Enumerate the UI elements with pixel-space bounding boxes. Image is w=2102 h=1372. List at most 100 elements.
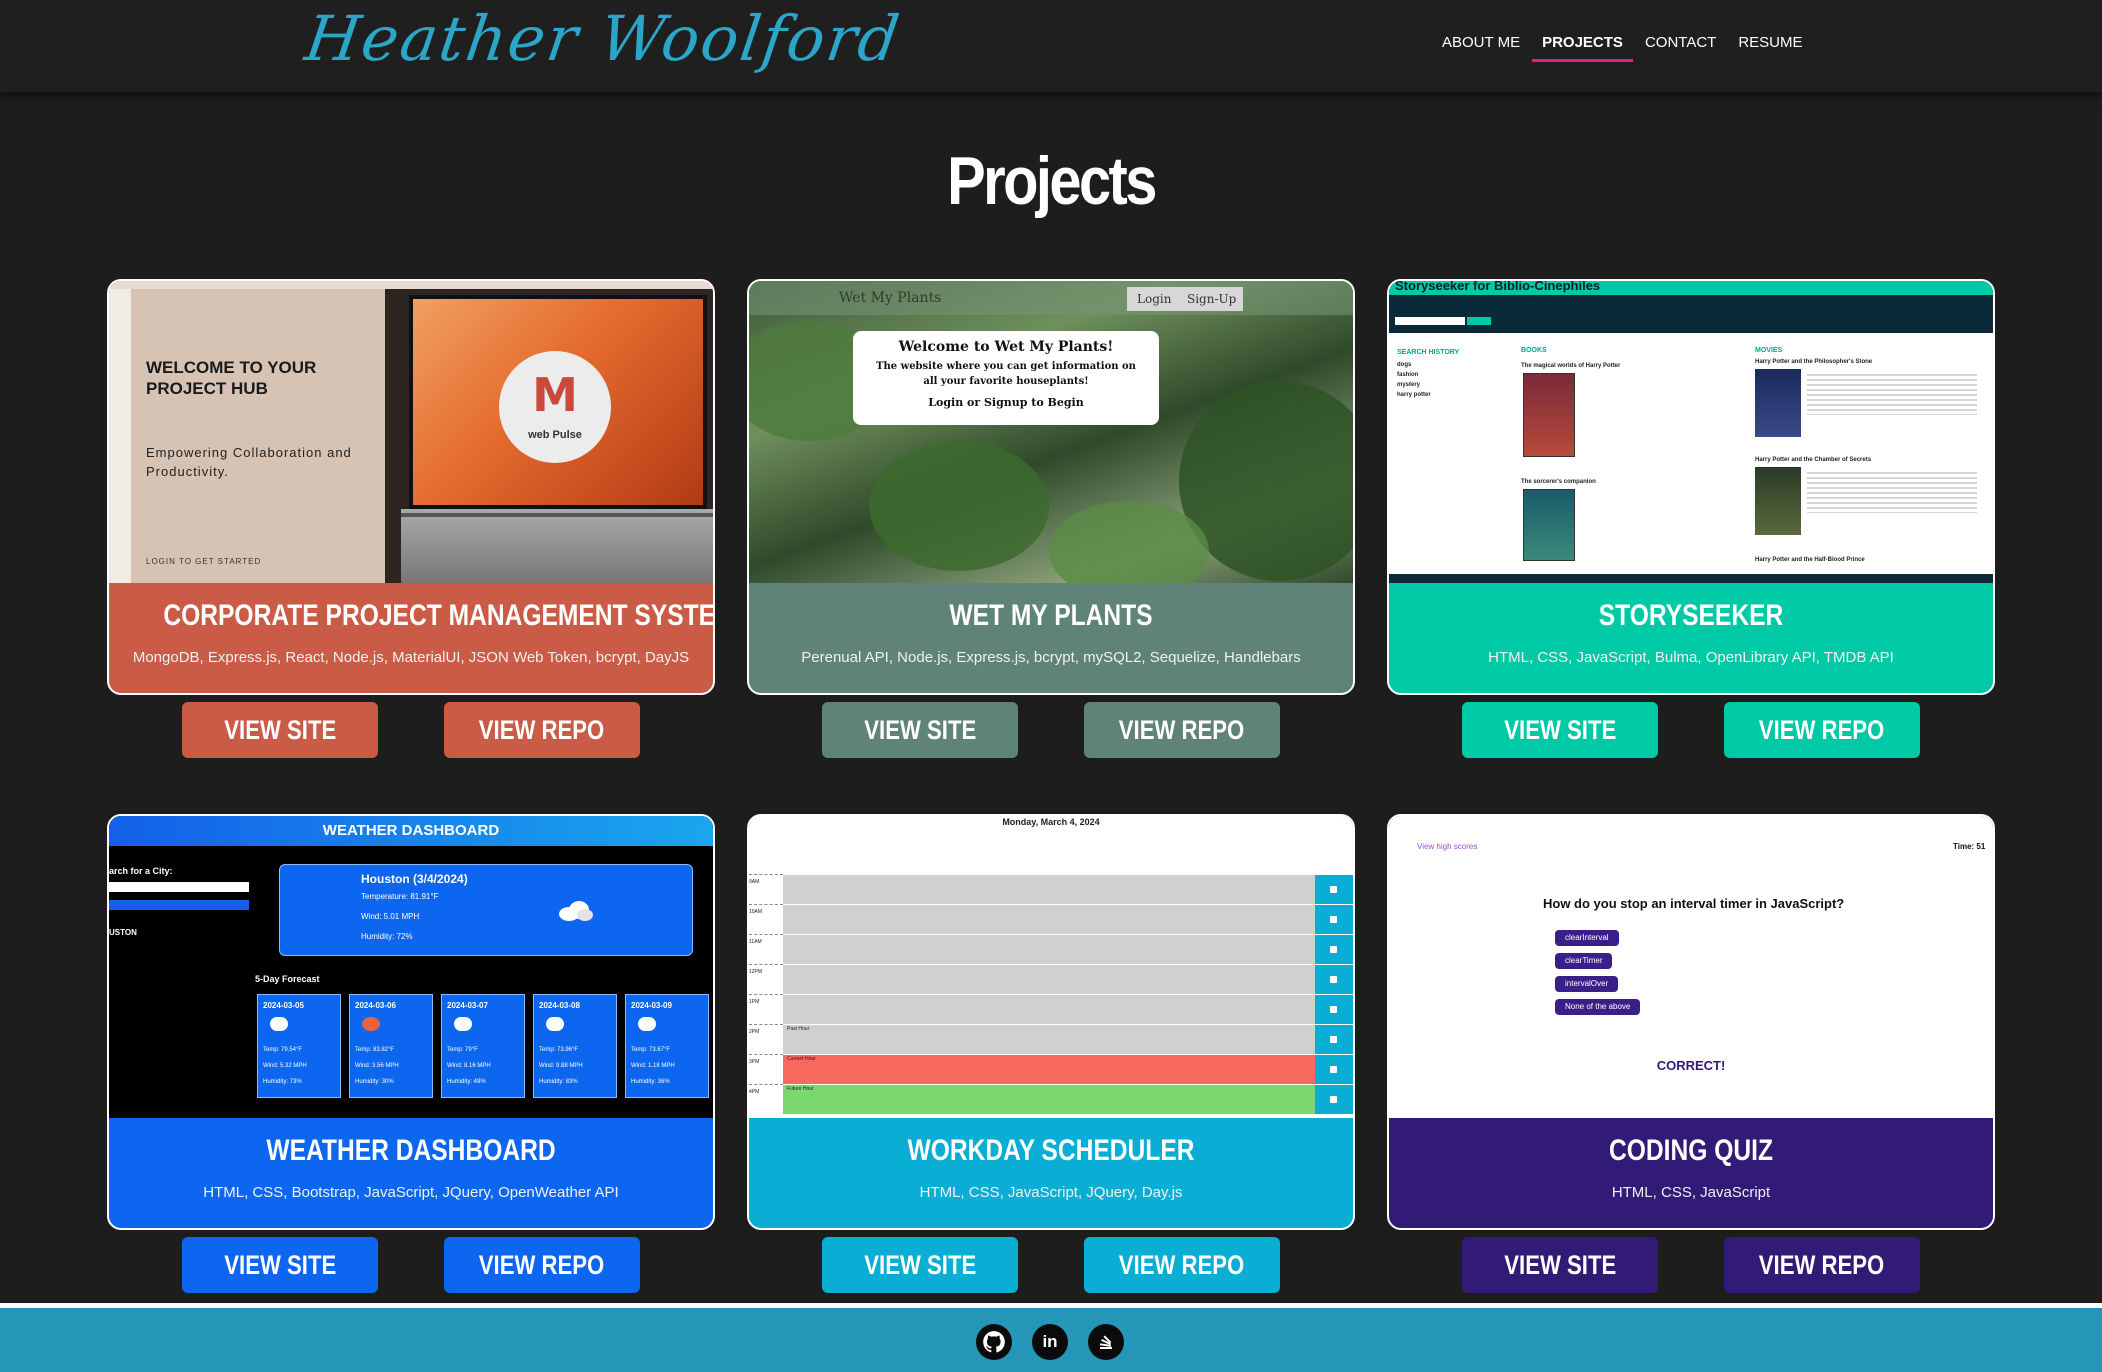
linkedin-icon[interactable]: in	[1032, 1324, 1068, 1360]
project-card-scheduler: Monday, March 4, 2024 9AM 10AM 11AM 12PM 1PM…	[747, 814, 1355, 1230]
view-site-button[interactable]: VIEW SITE	[822, 1237, 1018, 1293]
nav-projects[interactable]: PROJECTS	[1532, 34, 1633, 62]
view-site-button[interactable]: VIEW SITE	[182, 1237, 378, 1293]
quiz-high-scores: View high scores	[1417, 842, 1478, 851]
save-icon	[1315, 964, 1353, 994]
quiz-answer: intervalOver	[1555, 976, 1619, 992]
hour-label: 9AM	[749, 874, 783, 904]
event-textarea	[783, 1054, 1315, 1084]
forecast-date: 2024-03-05	[263, 1001, 304, 1010]
nav-resume[interactable]: RESUME	[1728, 34, 1812, 62]
forecast-hum: Humidity: 73%	[263, 1079, 302, 1085]
project-info: WORKDAY SCHEDULER HTML, CSS, JavaScript,…	[749, 1118, 1353, 1228]
project-screenshot[interactable]: Monday, March 4, 2024 9AM 10AM 11AM 12PM 1PM…	[749, 816, 1353, 1118]
view-site-button[interactable]: VIEW SITE	[182, 702, 378, 758]
scheduler-date: Monday, March 4, 2024	[1002, 817, 1100, 827]
view-repo-button[interactable]: VIEW REPO	[1084, 702, 1280, 758]
event-note: Past Hour	[787, 1026, 810, 1032]
view-repo-button[interactable]: VIEW REPO	[1724, 702, 1920, 758]
save-icon	[1315, 874, 1353, 904]
nav-contact[interactable]: CONTACT	[1635, 34, 1726, 62]
weather-city: Houston (3/4/2024)	[361, 872, 468, 886]
project-screenshot[interactable]: Storyseeker for Biblio-Cinephiles SEARCH…	[1389, 281, 1993, 583]
forecast-card: 2024-03-08 Temp: 73.96°F Wind: 9.88 MPH Hum…	[533, 994, 617, 1098]
forecast-date: 2024-03-09	[631, 1001, 672, 1010]
plants-signup: Sign-Up	[1187, 292, 1237, 306]
save-icon	[1315, 1084, 1353, 1114]
story-movies: MOVIES	[1755, 347, 1783, 354]
forecast-hum: Humidity: 49%	[447, 1079, 486, 1085]
time-block: 9AM	[749, 874, 1353, 904]
save-icon	[1315, 934, 1353, 964]
project-card-storyseeker: Storyseeker for Biblio-Cinephiles SEARCH…	[1387, 279, 1995, 695]
project-screenshot[interactable]: WELCOME TO YOUR PROJECT HUB Empowering C…	[109, 281, 713, 583]
story-title: Storyseeker for Biblio-Cinephiles	[1395, 281, 1601, 293]
forecast-temp: Temp: 73.67°F	[631, 1047, 671, 1053]
view-site-button[interactable]: VIEW SITE	[1462, 702, 1658, 758]
forecast-card: 2024-03-05 Temp: 79.54°F Wind: 5.32 MPH Hum…	[257, 994, 341, 1098]
stackoverflow-icon[interactable]	[1088, 1324, 1124, 1360]
event-textarea	[783, 994, 1315, 1024]
view-site-button[interactable]: VIEW SITE	[822, 702, 1018, 758]
story-history-list: dogs fashion mystery harry potter	[1397, 362, 1431, 398]
save-icon	[1315, 1024, 1353, 1054]
weather-title: WEATHER DASHBOARD	[322, 822, 500, 839]
time-block: 11AM	[749, 934, 1353, 964]
view-repo-button[interactable]: VIEW REPO	[444, 702, 640, 758]
main-nav: ABOUT ME PROJECTS CONTACT RESUME	[1432, 34, 1815, 62]
project-title: CODING QUIZ	[1609, 1134, 1773, 1167]
github-icon[interactable]	[976, 1324, 1012, 1360]
forecast-hum: Humidity: 30%	[355, 1079, 394, 1085]
view-repo-button[interactable]: VIEW REPO	[444, 1237, 640, 1293]
forecast-date: 2024-03-08	[539, 1001, 580, 1010]
weather-temp: Temperature: 81.91°F	[361, 892, 439, 901]
time-block: 10AM	[749, 904, 1353, 934]
view-site-button[interactable]: VIEW SITE	[1462, 1237, 1658, 1293]
project-screenshot[interactable]: Wet My Plants Login Sign-Up Welcome to W…	[749, 281, 1353, 583]
event-textarea	[783, 934, 1315, 964]
project-title: WEATHER DASHBOARD	[266, 1134, 556, 1167]
site-footer: in	[0, 1303, 2102, 1372]
pm-login-link: LOGIN TO GET STARTED	[146, 557, 262, 566]
forecast-date: 2024-03-06	[355, 1001, 396, 1010]
hour-label: 12PM	[749, 964, 783, 994]
plants-desc: The website where you can get informatio…	[876, 361, 1136, 387]
project-screenshot[interactable]: View high scores Time: 51 How do you sto…	[1389, 816, 1993, 1118]
forecast-wind: Wind: 9.88 MPH	[539, 1063, 583, 1069]
cloud-icon	[638, 1017, 656, 1031]
weather-history-city: USTON	[109, 928, 137, 937]
story-movie-1: Harry Potter and the Philosopher's Stone	[1755, 359, 1873, 365]
plants-cta: Login or Signup to Begin	[928, 396, 1084, 409]
cloud-icon	[270, 1017, 288, 1031]
event-textarea	[783, 904, 1315, 934]
project-screenshot[interactable]: WEATHER DASHBOARD arch for a City: USTON…	[109, 816, 713, 1118]
cloud-icon	[546, 1017, 564, 1031]
quiz-result: CORRECT!	[1656, 1058, 1726, 1073]
forecast-card: 2024-03-07 Temp: 79°F Wind: 8.16 MPH Humidi…	[441, 994, 525, 1098]
site-logo[interactable]: Heather Woolford	[301, 2, 905, 75]
event-textarea	[783, 964, 1315, 994]
project-title: CORPORATE PROJECT MANAGEMENT SYSTEM	[163, 599, 715, 632]
weather-forecast-label: 5-Day Forecast	[255, 974, 320, 984]
forecast-hum: Humidity: 83%	[539, 1079, 578, 1085]
plants-welcome: Welcome to Wet My Plants!	[898, 339, 1114, 355]
time-block: 2PM	[749, 1024, 1353, 1054]
view-repo-button[interactable]: VIEW REPO	[1084, 1237, 1280, 1293]
site-header: Heather Woolford ABOUT ME PROJECTS CONTA…	[0, 0, 2102, 92]
forecast-date: 2024-03-07	[447, 1001, 488, 1010]
pm-subheading: Empowering Collaboration and Productivit…	[146, 445, 352, 479]
view-repo-button[interactable]: VIEW REPO	[1724, 1237, 1920, 1293]
plants-brand: Wet My Plants	[839, 290, 942, 306]
nav-about[interactable]: ABOUT ME	[1432, 34, 1530, 62]
hour-label: 1PM	[749, 994, 783, 1024]
hour-label: 3PM	[749, 1054, 783, 1084]
event-textarea	[783, 874, 1315, 904]
project-card-weather: WEATHER DASHBOARD arch for a City: USTON…	[107, 814, 715, 1230]
hour-label: 2PM	[749, 1024, 783, 1054]
project-title: WET MY PLANTS	[949, 599, 1153, 632]
story-movie-2: Harry Potter and the Chamber of Secrets	[1755, 457, 1872, 463]
story-movie-3: Harry Potter and the Half-Blood Prince	[1755, 557, 1865, 563]
quiz-answer: clearInterval	[1555, 930, 1619, 946]
event-note: Future Hour	[787, 1086, 814, 1092]
quiz-answer: clearTimer	[1555, 953, 1613, 969]
